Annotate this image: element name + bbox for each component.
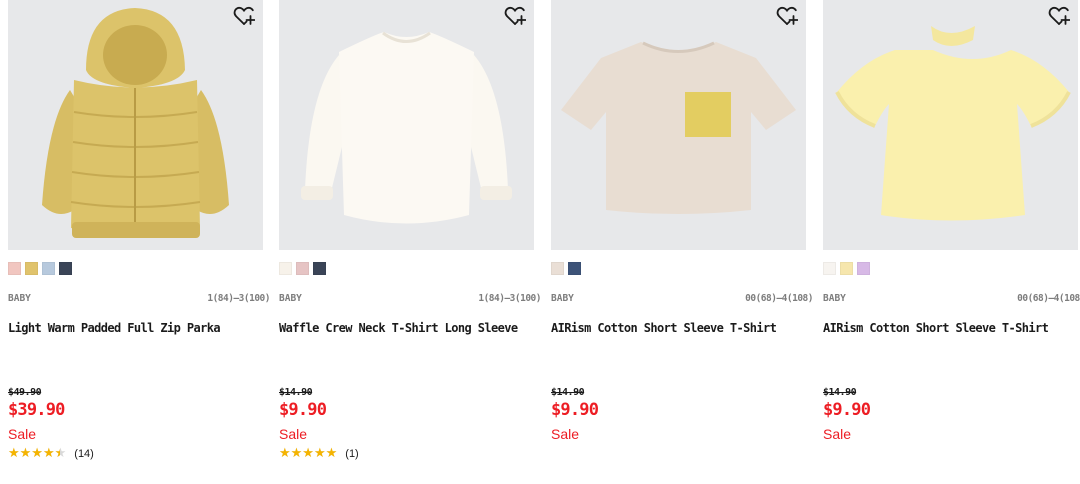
rating[interactable]: ★★★★★ ★★★★★ (14): [8, 446, 94, 462]
size-range: 1(84)–3(100): [207, 293, 270, 304]
sale-price: $39.90: [8, 400, 65, 420]
product-name[interactable]: AIRism Cotton Short Sleeve T-Shirt: [551, 321, 813, 335]
favorite-heart-plus-icon[interactable]: [504, 6, 526, 26]
favorite-heart-plus-icon[interactable]: [1048, 6, 1070, 26]
color-swatches: [551, 262, 581, 276]
product-card: BABY 1(84)–3(100) Waffle Crew Neck T-Shi…: [279, 0, 541, 484]
product-image[interactable]: [8, 0, 263, 250]
size-range: 00(68)–4(108): [1017, 293, 1080, 304]
gender-label: BABY: [279, 293, 302, 304]
color-swatch[interactable]: [8, 262, 21, 275]
original-price: $14.90: [551, 387, 585, 398]
color-swatch[interactable]: [42, 262, 55, 275]
color-swatch[interactable]: [840, 262, 853, 275]
waffle-long-sleeve-image: [279, 0, 534, 250]
sale-flag: Sale: [279, 426, 308, 442]
product-grid: BABY 1(84)–3(100) Light Warm Padded Full…: [0, 0, 1080, 484]
color-swatch[interactable]: [823, 262, 836, 275]
rating-star-icon: ★★★★★ ★★★★★: [279, 446, 337, 462]
product-card: BABY 00(68)–4(108) AIRism Cotton Short S…: [551, 0, 813, 484]
size-range: 1(84)–3(100): [478, 293, 541, 304]
favorite-heart-plus-icon[interactable]: [233, 6, 255, 26]
product-meta: BABY 00(68)–4(108): [823, 293, 1080, 305]
original-price: $14.90: [279, 387, 313, 398]
sale-flag: Sale: [551, 426, 580, 442]
product-name[interactable]: Waffle Crew Neck T-Shirt Long Sleeve: [279, 321, 541, 335]
rating-star-icon: ★★★★★ ★★★★★: [8, 446, 66, 462]
color-swatch[interactable]: [551, 262, 564, 275]
color-swatch[interactable]: [279, 262, 292, 275]
product-name[interactable]: AIRism Cotton Short Sleeve T-Shirt: [823, 321, 1080, 335]
product-meta: BABY 00(68)–4(108): [551, 293, 813, 305]
product-card: BABY 00(68)–4(108) AIRism Cotton Short S…: [823, 0, 1080, 484]
product-image[interactable]: [823, 0, 1078, 250]
review-count: (1): [345, 448, 359, 460]
product-name[interactable]: Light Warm Padded Full Zip Parka: [8, 321, 270, 335]
sale-flag: Sale: [823, 426, 852, 442]
gender-label: BABY: [823, 293, 846, 304]
color-swatches: [8, 262, 72, 276]
product-meta: BABY 1(84)–3(100): [279, 293, 541, 305]
sale-price: $9.90: [823, 400, 871, 420]
rating[interactable]: ★★★★★ ★★★★★ (1): [279, 446, 359, 462]
color-swatch[interactable]: [568, 262, 581, 275]
gender-label: BABY: [8, 293, 31, 304]
padded-parka-image: [8, 0, 263, 250]
color-swatch[interactable]: [25, 262, 38, 275]
sale-price: $9.90: [279, 400, 327, 420]
color-swatch[interactable]: [59, 262, 72, 275]
color-swatch[interactable]: [296, 262, 309, 275]
color-swatches: [823, 262, 870, 276]
color-swatch[interactable]: [313, 262, 326, 275]
pocket-tee-image: [551, 0, 806, 250]
sale-price: $9.90: [551, 400, 599, 420]
rating-stars-filled: ★★★★★: [279, 446, 338, 461]
rating-stars-filled: ★★★★★: [8, 446, 61, 461]
size-range: 00(68)–4(108): [745, 293, 813, 304]
color-swatches: [279, 262, 326, 276]
gender-label: BABY: [551, 293, 574, 304]
favorite-heart-plus-icon[interactable]: [776, 6, 798, 26]
product-meta: BABY 1(84)–3(100): [8, 293, 270, 305]
review-count: (14): [74, 448, 94, 460]
ruffle-tee-image: [823, 0, 1078, 250]
original-price: $14.90: [823, 387, 857, 398]
product-image[interactable]: [551, 0, 806, 250]
color-swatch[interactable]: [857, 262, 870, 275]
product-card: BABY 1(84)–3(100) Light Warm Padded Full…: [8, 0, 270, 484]
sale-flag: Sale: [8, 426, 37, 442]
original-price: $49.90: [8, 387, 42, 398]
product-image[interactable]: [279, 0, 534, 250]
